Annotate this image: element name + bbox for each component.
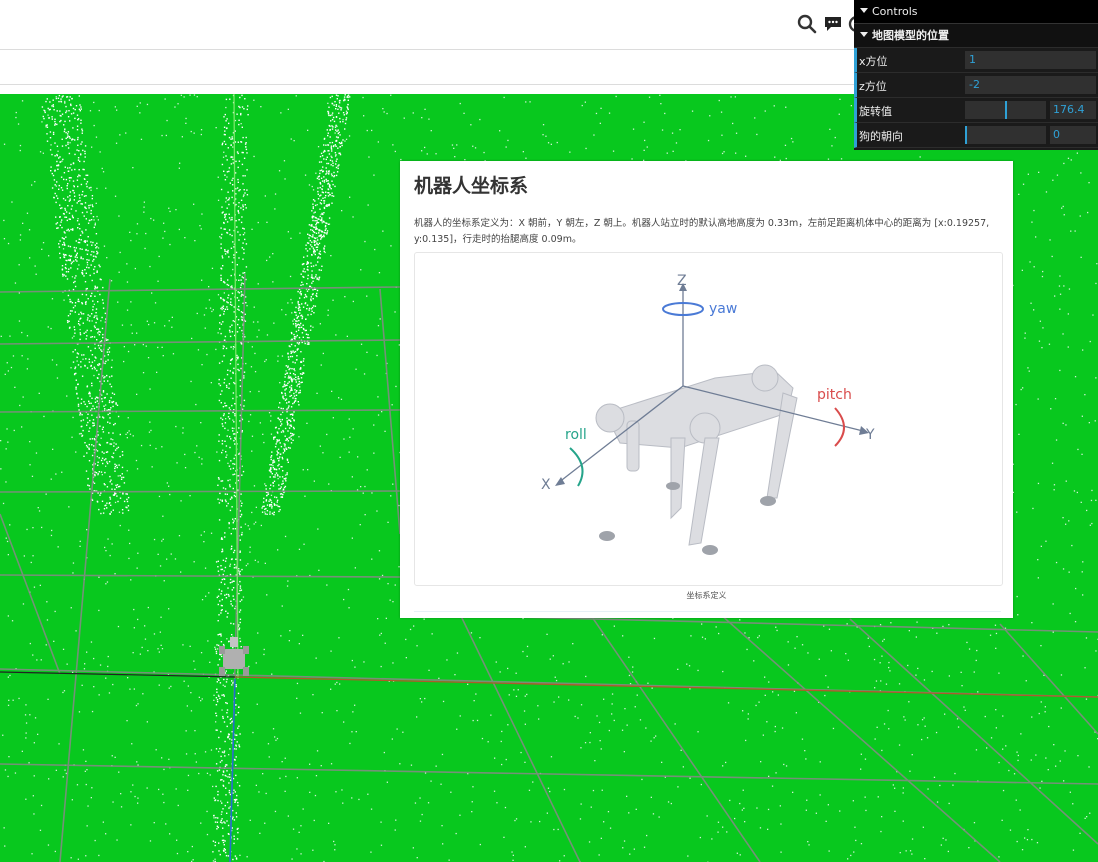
dog-heading-slider[interactable]: [965, 126, 1046, 144]
controls-header[interactable]: Controls: [854, 0, 1098, 24]
x-position-input[interactable]: 1: [965, 51, 1096, 69]
axis-y-green: [233, 94, 239, 680]
row-label: 旋转值: [859, 105, 892, 118]
row-label: z方位: [859, 80, 887, 93]
axis-x-red: [234, 676, 1098, 698]
row-label: 狗的朝向: [859, 130, 903, 143]
z-position-input[interactable]: -2: [965, 76, 1096, 94]
rotation-value-input[interactable]: 176.4: [1050, 101, 1096, 119]
dog-heading-value-input[interactable]: 0: [1050, 126, 1096, 144]
axis-z-blue: [229, 678, 236, 862]
figure-box: Z yaw pitch Y roll X: [414, 252, 1003, 586]
position-folder[interactable]: 地图模型的位置: [854, 24, 1098, 48]
doc-title: 机器人坐标系: [414, 175, 529, 197]
next-section: [414, 611, 1001, 618]
chat-icon[interactable]: [822, 13, 844, 35]
figure-caption: 坐标系定义: [686, 591, 727, 600]
doc-body: 机器人的坐标系定义为：X 朝前，Y 朝左，Z 朝上。机器人站立时的默认高地高度为…: [414, 218, 990, 245]
dog-heading-row: 狗的朝向 0: [854, 123, 1098, 148]
axis-z-label: Z: [677, 273, 687, 289]
robot-dog-figure: [595, 364, 798, 546]
row-label: x方位: [859, 55, 888, 68]
rotation-slider[interactable]: [965, 101, 1046, 119]
controls-panel: Controls 地图模型的位置 x方位 1 z方位 -2 旋转值 176.4 …: [854, 0, 1098, 150]
slider-fill: [1005, 101, 1007, 119]
pitch-label: pitch: [817, 387, 852, 403]
rotation-row: 旋转值 176.4: [854, 98, 1098, 123]
doc-popup: 机器人坐标系 机器人的坐标系定义为：X 朝前，Y 朝左，Z 朝上。机器人站立时的…: [400, 161, 1013, 618]
yaw-label: yaw: [709, 301, 737, 317]
x-position-row: x方位 1: [854, 48, 1098, 73]
axis-x-label: X: [541, 477, 551, 493]
search-icon[interactable]: [796, 13, 818, 35]
axis-y-label: Y: [865, 427, 875, 443]
roll-label: roll: [565, 427, 587, 443]
z-position-row: z方位 -2: [854, 73, 1098, 98]
slider-fill: [965, 126, 967, 144]
coordinate-figure: Z yaw pitch Y roll X: [541, 273, 875, 555]
robot-dog-model: [219, 637, 249, 676]
